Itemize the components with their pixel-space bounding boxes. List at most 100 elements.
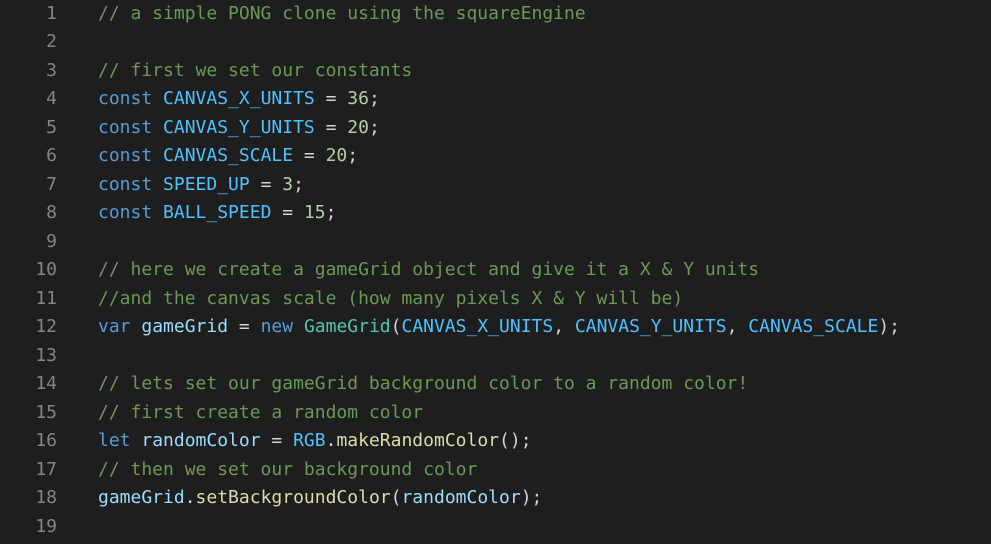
code-line[interactable]: 7 const SPEED_UP = 3;	[0, 171, 991, 200]
code-text: //and the canvas scale (how many pixels …	[98, 285, 683, 314]
code-token-punct: ,	[726, 316, 749, 337]
code-token-op: =	[314, 116, 348, 138]
code-text: // a simple PONG clone using the squareE…	[98, 0, 586, 28]
code-token-comment: // lets set our gameGrid background colo…	[98, 373, 749, 394]
code-text: const SPEED_UP = 3;	[98, 171, 304, 200]
code-token-var: gameGrid	[98, 487, 185, 508]
code-line[interactable]: 16 let randomColor = RGB.makeRandomColor(…	[0, 427, 991, 456]
code-token-op: =	[249, 173, 283, 195]
code-token-keyword: const	[98, 88, 153, 109]
code-token-const: CANVAS_X_UNITS	[163, 88, 315, 109]
code-token-num: 3	[282, 173, 294, 195]
code-token-const: BALL_SPEED	[163, 202, 272, 223]
code-token-comment: // first we set our constants	[98, 59, 413, 81]
code-line[interactable]: 17 // then we set our background color	[0, 456, 991, 485]
code-line[interactable]: 14 // lets set our gameGrid background co…	[0, 370, 991, 399]
code-token-keyword: const	[98, 202, 153, 223]
line-number: 17	[35, 458, 57, 480]
code-text: // here we create a gameGrid object and …	[98, 256, 759, 285]
code-token-const: CANVAS_SCALE	[748, 316, 879, 337]
code-token-punct: (	[390, 316, 402, 337]
code-line[interactable]: 11 //and the canvas scale (how many pixel…	[0, 285, 991, 314]
code-text: var gameGrid = new GameGrid(CANVAS_X_UNI…	[98, 313, 900, 342]
line-number: 10	[35, 259, 57, 280]
line-number: 16	[35, 430, 57, 451]
code-line[interactable]: 10 // here we create a gameGrid object an…	[0, 256, 991, 285]
code-token-const: CANVAS_Y_UNITS	[163, 116, 315, 138]
code-text: // first we set our constants	[98, 57, 412, 86]
code-token-punct: ;	[368, 88, 380, 109]
code-line[interactable]: 9	[0, 228, 991, 257]
code-token-punct: ();	[499, 430, 532, 451]
code-line[interactable]: 18 gameGrid.setBackgroundColor(randomColo…	[0, 484, 991, 513]
code-token-punct: );	[520, 487, 543, 508]
line-number: 4	[46, 88, 57, 109]
code-token-comment: // a simple PONG clone using the squareE…	[98, 2, 586, 24]
code-token-punct: ;	[325, 202, 337, 223]
line-number: 9	[46, 230, 57, 252]
code-text: let randomColor = RGB.makeRandomColor();	[98, 427, 532, 456]
code-token-keyword: let	[98, 430, 131, 451]
code-token-class: GameGrid	[303, 316, 391, 337]
line-number: 15	[35, 401, 57, 423]
line-number: 3	[46, 59, 57, 81]
code-line[interactable]: 8 const BALL_SPEED = 15;	[0, 199, 991, 228]
code-token-const: CANVAS_SCALE	[163, 145, 294, 166]
code-token-op: =	[271, 202, 304, 223]
code-line[interactable]: 19	[0, 513, 991, 542]
code-token-const: RGB	[293, 430, 326, 451]
line-number: 8	[46, 202, 57, 223]
code-line[interactable]: 2	[0, 28, 991, 57]
line-number: 2	[46, 31, 57, 52]
code-token-punct: ;	[347, 145, 359, 166]
code-line[interactable]: 15 // first create a random color	[0, 399, 991, 428]
code-token-var: gameGrid	[141, 316, 229, 337]
line-number: 5	[46, 116, 57, 138]
code-text: const CANVAS_SCALE = 20;	[98, 142, 358, 171]
code-token-func: setBackgroundColor	[195, 487, 391, 508]
line-number: 11	[35, 287, 57, 309]
line-number: 19	[35, 515, 57, 537]
code-editor[interactable]: 1 // a simple PONG clone using the square…	[0, 0, 991, 544]
line-number: 18	[35, 487, 57, 508]
code-token-punct: .	[184, 487, 196, 508]
code-token-punct: .	[325, 430, 337, 451]
code-line[interactable]: 5 const CANVAS_Y_UNITS = 20;	[0, 114, 991, 143]
code-text: const BALL_SPEED = 15;	[98, 199, 336, 228]
code-line[interactable]: 13	[0, 342, 991, 371]
code-line[interactable]: 6 const CANVAS_SCALE = 20;	[0, 142, 991, 171]
code-token-op: =	[228, 316, 261, 337]
code-token-op: =	[293, 145, 326, 166]
code-token-const: CANVAS_X_UNITS	[401, 316, 554, 337]
code-token-comment: // here we create a gameGrid object and …	[98, 259, 760, 280]
code-token-const: CANVAS_Y_UNITS	[574, 316, 727, 337]
line-number: 14	[35, 373, 57, 394]
code-token-keyword: var	[98, 316, 131, 337]
line-number: 13	[35, 344, 57, 366]
code-line[interactable]: 3 // first we set our constants	[0, 57, 991, 86]
code-token-op: =	[314, 88, 348, 109]
code-token-punct: );	[878, 316, 901, 337]
code-token-num: 36	[347, 88, 369, 109]
code-line[interactable]: 4 const CANVAS_X_UNITS = 36;	[0, 85, 991, 114]
code-token-punct: ,	[553, 316, 575, 337]
code-token-comment: // first create a random color	[98, 401, 424, 423]
code-token-keyword: const	[98, 116, 153, 138]
code-line[interactable]: 12 var gameGrid = new GameGrid(CANVAS_X_U…	[0, 313, 991, 342]
line-number: 6	[46, 145, 57, 166]
code-text: // first create a random color	[98, 399, 423, 428]
code-token-const: SPEED_UP	[163, 173, 250, 195]
code-token-keyword: new	[260, 316, 294, 337]
code-token-num: 20	[347, 116, 369, 138]
code-text: // lets set our gameGrid background colo…	[98, 370, 748, 399]
code-line[interactable]: 1 // a simple PONG clone using the square…	[0, 0, 991, 28]
code-token-num: 15	[303, 202, 326, 223]
code-text: const CANVAS_Y_UNITS = 20;	[98, 114, 380, 143]
